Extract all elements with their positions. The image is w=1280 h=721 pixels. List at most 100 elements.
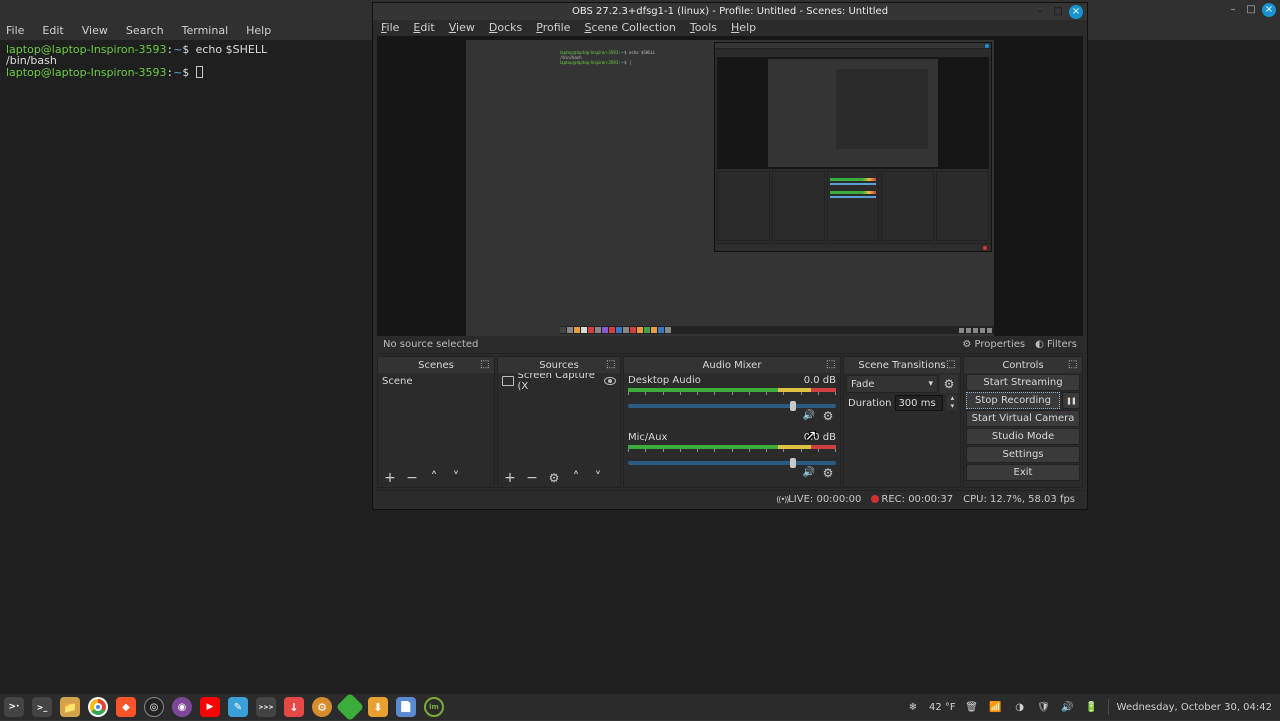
transition-duration-input[interactable] xyxy=(895,395,943,411)
obs-menu-help[interactable]: Help xyxy=(731,21,756,34)
source-item-label: Screen Capture (X xyxy=(518,373,605,392)
exit-button[interactable]: Exit xyxy=(966,464,1080,481)
tray-obs-icon[interactable]: ◑ xyxy=(1012,699,1028,715)
taskbar-mint-menu[interactable] xyxy=(421,696,447,718)
source-properties-button[interactable]: ⚙ Properties xyxy=(962,339,1025,350)
weather-icon[interactable]: ❄ xyxy=(905,699,921,715)
taskbar-youtube[interactable] xyxy=(197,696,223,718)
audio-volume-slider[interactable] xyxy=(628,404,836,408)
audio-settings-button[interactable] xyxy=(820,465,836,481)
source-movedown-button[interactable] xyxy=(590,470,606,486)
stop-recording-button[interactable]: Stop Recording xyxy=(966,392,1060,409)
taskbar-files[interactable] xyxy=(57,696,83,718)
audio-popout-button[interactable]: ⬚ xyxy=(826,359,838,371)
scene-moveup-button[interactable] xyxy=(426,470,442,486)
start-streaming-button[interactable]: Start Streaming xyxy=(966,374,1080,391)
source-moveup-button[interactable] xyxy=(568,470,584,486)
obs-minimize-button[interactable] xyxy=(1033,5,1047,19)
taskbar-datetime[interactable]: Wednesday, October 30, 04:42 xyxy=(1117,702,1272,713)
weather-text[interactable]: 42 °F xyxy=(929,702,956,713)
taskbar-tor[interactable] xyxy=(169,696,195,718)
audio-volume-slider[interactable] xyxy=(628,461,836,465)
taskbar-pencil[interactable] xyxy=(337,696,363,718)
taskbar-system-settings[interactable] xyxy=(309,696,335,718)
obs-panels: Scenes⬚ Scene Sources⬚ Screen Capture (X xyxy=(377,356,1083,488)
controls-popout-button[interactable]: ⬚ xyxy=(1068,359,1080,371)
transitions-popout-button[interactable]: ⬚ xyxy=(946,359,958,371)
volume-icon[interactable] xyxy=(802,408,816,422)
volume-icon[interactable] xyxy=(802,465,816,479)
transitions-panel: Scene Transitions⬚ Fade▾ Duration ▴ ▾ xyxy=(843,356,961,488)
terminal-menu-search[interactable]: Search xyxy=(126,24,164,37)
start-virtual-camera-button[interactable]: Start Virtual Camera xyxy=(966,410,1080,427)
obs-preview-canvas[interactable]: laptop@laptop-Inspiron-3593:~$ echo $SHE… xyxy=(466,40,994,336)
tray-shield-icon[interactable]: 🛡 xyxy=(1036,699,1052,715)
transition-duration-spinner[interactable]: ▴ ▾ xyxy=(947,395,957,411)
chevron-down-icon: ▾ xyxy=(928,379,933,389)
outer-close-button[interactable] xyxy=(1262,3,1276,17)
status-live: LIVE: 00:00:00 xyxy=(776,494,861,505)
scene-add-button[interactable] xyxy=(382,470,398,486)
scene-remove-button[interactable] xyxy=(404,470,420,486)
terminal-menu-view[interactable]: View xyxy=(82,24,108,37)
taskbar-downloader[interactable] xyxy=(365,696,391,718)
source-properties-button[interactable] xyxy=(546,470,562,486)
obs-menu-view[interactable]: View xyxy=(449,21,475,34)
taskbar-terminal[interactable] xyxy=(29,696,55,718)
tray-battery-icon[interactable]: 🔋 xyxy=(1084,699,1100,715)
taskbar-multicommand[interactable] xyxy=(253,696,279,718)
obs-menu-edit[interactable]: Edit xyxy=(413,21,434,34)
preview-terminal-echo: laptop@laptop-Inspiron-3593:~$ echo $SHE… xyxy=(560,50,720,65)
transitions-title: Scene Transitions xyxy=(858,360,945,371)
obs-menu-docks[interactable]: Docks xyxy=(489,21,522,34)
obs-preview-area[interactable]: laptop@laptop-Inspiron-3593:~$ echo $SHE… xyxy=(377,36,1083,336)
slider-knob[interactable] xyxy=(790,401,796,411)
obs-menu-file[interactable]: File xyxy=(381,21,399,34)
terminal-menu-edit[interactable]: Edit xyxy=(42,24,63,37)
taskbar-todoist[interactable] xyxy=(281,696,307,718)
obs-maximize-button[interactable] xyxy=(1051,5,1065,19)
tray-trash-icon[interactable]: 🗑 xyxy=(964,699,980,715)
settings-button[interactable]: Settings xyxy=(966,446,1080,463)
scene-movedown-button[interactable] xyxy=(448,470,464,486)
taskbar-brave[interactable] xyxy=(113,696,139,718)
taskbar-document[interactable] xyxy=(393,696,419,718)
tray-network-icon[interactable]: 📶 xyxy=(988,699,1004,715)
sources-popout-button[interactable]: ⬚ xyxy=(606,359,618,371)
obs-menu-scene-collection[interactable]: Scene Collection xyxy=(584,21,675,34)
source-visibility-toggle[interactable] xyxy=(604,377,616,385)
tray-volume-icon[interactable]: 🔊 xyxy=(1060,699,1076,715)
obs-titlebar[interactable]: OBS 27.2.3+dfsg1-1 (linux) - Profile: Un… xyxy=(373,3,1087,20)
transition-settings-button[interactable] xyxy=(940,375,958,393)
terminal-menu-terminal[interactable]: Terminal xyxy=(182,24,229,37)
obs-menu-profile[interactable]: Profile xyxy=(536,21,570,34)
obs-menu-tools[interactable]: Tools xyxy=(690,21,717,34)
outer-maximize-button[interactable] xyxy=(1244,3,1258,17)
taskbar-launchers xyxy=(0,694,448,720)
slider-knob[interactable] xyxy=(790,458,796,468)
status-cpu: CPU: 12.7%, 58.03 fps xyxy=(963,494,1075,505)
scene-item[interactable]: Scene xyxy=(378,373,494,389)
taskbar-start-menu[interactable] xyxy=(1,696,27,718)
obs-menubar: File Edit View Docks Profile Scene Colle… xyxy=(373,20,1087,37)
taskbar-text-editor[interactable] xyxy=(225,696,251,718)
audio-track-mic: Mic/Aux0.0 dB xyxy=(624,430,840,487)
pause-recording-button[interactable] xyxy=(1062,392,1080,409)
source-filters-button[interactable]: ◐ Filters xyxy=(1035,339,1077,350)
scenes-popout-button[interactable]: ⬚ xyxy=(480,359,492,371)
source-item[interactable]: Screen Capture (X xyxy=(498,373,620,389)
preview-nested-obs xyxy=(714,42,992,252)
source-remove-button[interactable] xyxy=(524,470,540,486)
outer-minimize-button[interactable] xyxy=(1226,3,1240,17)
obs-close-button[interactable] xyxy=(1069,5,1083,19)
terminal-menu-help[interactable]: Help xyxy=(246,24,271,37)
audio-settings-button[interactable] xyxy=(820,408,836,424)
studio-mode-button[interactable]: Studio Mode xyxy=(966,428,1080,445)
taskbar-chrome[interactable] xyxy=(85,696,111,718)
spin-down[interactable]: ▾ xyxy=(947,403,957,411)
taskbar-steam[interactable] xyxy=(141,696,167,718)
transition-select[interactable]: Fade▾ xyxy=(846,375,938,393)
source-add-button[interactable] xyxy=(502,470,518,486)
sources-panel-title: Sources xyxy=(539,360,579,371)
terminal-menu-file[interactable]: File xyxy=(6,24,24,37)
